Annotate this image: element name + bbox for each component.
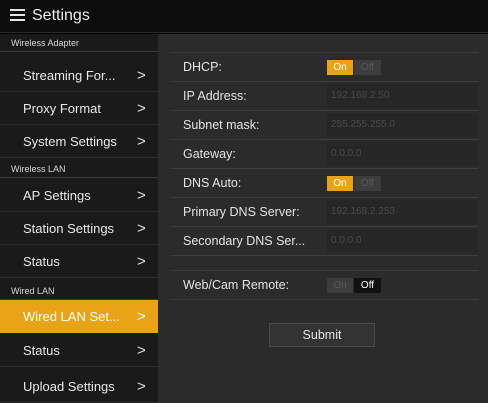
- chevron-right-icon: >: [137, 100, 146, 117]
- chevron-right-icon: >: [137, 342, 146, 359]
- section-header-wired-lan: Wired LAN: [0, 282, 158, 300]
- divider: [171, 255, 478, 256]
- chevron-right-icon: >: [137, 133, 146, 150]
- dns-auto-off-option[interactable]: Off: [354, 176, 381, 191]
- app-title: Settings: [32, 7, 90, 24]
- chevron-right-icon: >: [137, 67, 146, 84]
- web-cam-remote-toggle[interactable]: On Off: [327, 278, 381, 293]
- ip-address-row: IP Address: 192.168.2.50: [171, 81, 478, 110]
- dns-auto-toggle[interactable]: On Off: [327, 176, 381, 191]
- chevron-right-icon: >: [137, 253, 146, 270]
- section-header-wireless-lan: Wireless LAN: [0, 160, 158, 178]
- settings-panel: DHCP: On Off IP Address: 192.168.2.50 Su…: [158, 34, 488, 403]
- sidebar-item-label: Status: [23, 254, 60, 269]
- divider: [171, 299, 478, 300]
- chevron-right-icon: >: [137, 187, 146, 204]
- sidebar-item-wired-status[interactable]: Status >: [0, 334, 158, 367]
- sidebar-item-proxy-format[interactable]: Proxy Format >: [0, 92, 158, 125]
- sidebar-item-label: Status: [23, 343, 60, 358]
- gateway-label: Gateway:: [183, 147, 236, 161]
- submit-button[interactable]: Submit: [269, 323, 375, 347]
- sidebar-item-streaming-format[interactable]: Streaming For... >: [0, 59, 158, 92]
- chevron-right-icon: >: [137, 220, 146, 237]
- web-cam-remote-off-option[interactable]: Off: [354, 278, 381, 293]
- gateway-row: Gateway: 0.0.0.0: [171, 139, 478, 168]
- chevron-right-icon: >: [137, 378, 146, 395]
- dns-auto-label: DNS Auto:: [183, 176, 242, 190]
- sidebar-item-wlan-status[interactable]: Status >: [0, 245, 158, 278]
- web-cam-remote-row: Web/Cam Remote: On Off: [171, 270, 478, 299]
- sidebar-item-label: AP Settings: [23, 188, 91, 203]
- dns-auto-row: DNS Auto: On Off: [171, 168, 478, 197]
- hamburger-menu-icon[interactable]: [10, 9, 25, 23]
- dhcp-row: DHCP: On Off: [171, 52, 478, 81]
- secondary-dns-field: 0.0.0.0: [327, 229, 478, 253]
- section-header-wireless-adapter: Wireless Adapter: [0, 34, 158, 52]
- subnet-mask-row: Subnet mask: 255.255.255.0: [171, 110, 478, 139]
- secondary-dns-row: Secondary DNS Ser... 0.0.0.0: [171, 226, 478, 255]
- sidebar-item-system-settings[interactable]: System Settings >: [0, 125, 158, 158]
- chevron-right-icon: >: [137, 308, 146, 325]
- sidebar-item-label: Upload Settings: [23, 379, 115, 394]
- dns-auto-on-option[interactable]: On: [327, 176, 353, 191]
- sidebar-item-upload-settings[interactable]: Upload Settings >: [0, 370, 158, 403]
- sidebar-item-station-settings[interactable]: Station Settings >: [0, 212, 158, 245]
- gateway-field: 0.0.0.0: [327, 142, 478, 166]
- web-cam-remote-label: Web/Cam Remote:: [183, 278, 290, 292]
- web-cam-remote-on-option[interactable]: On: [327, 278, 353, 293]
- dhcp-off-option[interactable]: Off: [354, 60, 381, 75]
- dhcp-label: DHCP:: [183, 60, 222, 74]
- dhcp-toggle[interactable]: On Off: [327, 60, 381, 75]
- sidebar-item-label: Wired LAN Set...: [23, 309, 120, 324]
- primary-dns-row: Primary DNS Server: 192.168.2.253: [171, 197, 478, 226]
- secondary-dns-label: Secondary DNS Ser...: [183, 234, 306, 248]
- sidebar-item-label: System Settings: [23, 134, 117, 149]
- subnet-mask-label: Subnet mask:: [183, 118, 260, 132]
- dhcp-on-option[interactable]: On: [327, 60, 353, 75]
- sidebar-item-label: Streaming For...: [23, 68, 116, 83]
- primary-dns-field: 192.168.2.253: [327, 200, 478, 224]
- sidebar: Wireless Adapter Streaming For... > Prox…: [0, 34, 158, 403]
- sidebar-item-label: Station Settings: [23, 221, 115, 236]
- ip-address-field: 192.168.2.50: [327, 84, 478, 108]
- sidebar-item-ap-settings[interactable]: AP Settings >: [0, 179, 158, 212]
- title-bar: Settings: [0, 0, 488, 33]
- subnet-mask-field: 255.255.255.0: [327, 113, 478, 137]
- sidebar-item-wired-lan-settings[interactable]: Wired LAN Set... >: [0, 300, 158, 333]
- sidebar-item-label: Proxy Format: [23, 101, 102, 116]
- ip-address-label: IP Address:: [183, 89, 247, 103]
- primary-dns-label: Primary DNS Server:: [183, 205, 300, 219]
